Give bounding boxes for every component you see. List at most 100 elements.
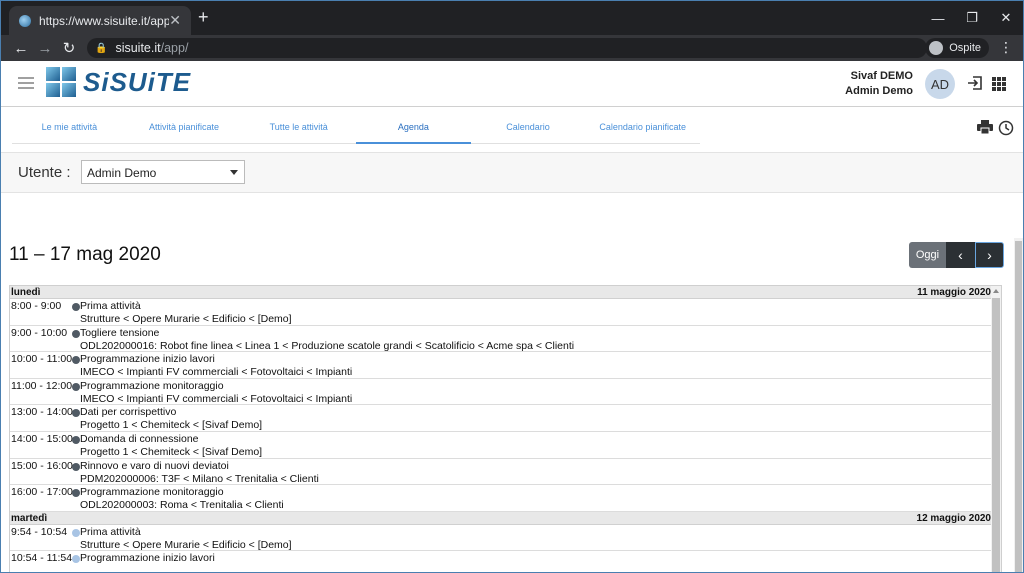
print-icon[interactable]	[977, 120, 993, 134]
event-time: 16:00 - 17:00	[11, 486, 73, 499]
reload-icon[interactable]: ↻	[57, 39, 81, 57]
user-filter-label: Utente :	[18, 164, 71, 181]
event-title[interactable]: Programmazione monitoraggio	[80, 380, 224, 392]
clock-icon[interactable]	[998, 120, 1014, 136]
event-time: 11:00 - 12:00	[11, 379, 73, 392]
agenda-event-row[interactable]: 10:00 - 11:00 Programmazione inizio lavor…	[10, 352, 992, 379]
event-dot-icon	[72, 462, 80, 471]
url-path: /app/	[160, 41, 189, 55]
event-title[interactable]: Prima attività	[80, 300, 141, 312]
event-subtitle: IMECO < Impianti FV commerciali < Fotovo…	[80, 366, 353, 379]
profile-icon	[929, 41, 944, 55]
back-icon[interactable]: ←	[9, 40, 33, 57]
event-time: 13:00 - 14:00	[11, 406, 73, 419]
tab-3[interactable]: Agenda	[356, 108, 471, 144]
event-title[interactable]: Dati per corrispettivo	[80, 406, 176, 418]
address-bar[interactable]: 🔒 sisuite.it/app/	[87, 38, 927, 58]
prev-week-button[interactable]: ‹	[946, 242, 975, 268]
avatar[interactable]: AD	[925, 69, 955, 99]
event-title[interactable]: Rinnovo e varo di nuovi deviatoi	[80, 460, 229, 472]
tab-0[interactable]: Le mie attività	[12, 108, 127, 143]
event-title[interactable]: Programmazione monitoraggio	[80, 486, 224, 498]
user-select-value: Admin Demo	[87, 166, 157, 180]
day-name: lunedì	[11, 287, 41, 298]
restore-icon[interactable]: ❐	[955, 1, 989, 35]
page-scrollbar-thumb[interactable]	[1015, 241, 1022, 572]
event-time: 9:54 - 10:54	[11, 525, 68, 538]
agenda-event-row[interactable]: 9:00 - 10:00 Togliere tensione ODL20200001…	[10, 326, 992, 353]
event-title[interactable]: Prima attività	[80, 526, 141, 538]
event-dot-icon	[72, 555, 80, 564]
event-subtitle: PDM202000006: T3F < Milano < Trenitalia …	[80, 472, 319, 485]
tab-title: https://www.sisuite.it/app/	[39, 13, 170, 28]
event-subtitle: Progetto 1 < Chemiteck < [Sivaf Demo]	[80, 419, 263, 432]
agenda-event-row[interactable]: 10:54 - 11:54 Programmazione inizio lavor…	[10, 551, 992, 572]
event-subtitle: ODL202000016: Robot fine linea < Linea 1…	[80, 339, 575, 352]
agenda-event-row[interactable]: 13:00 - 14:00 Dati per corrispettivo Proge…	[10, 405, 992, 432]
event-dot-icon	[72, 329, 80, 338]
logout-icon[interactable]	[967, 75, 983, 91]
new-tab-button[interactable]: +	[198, 7, 209, 28]
event-dot-icon	[72, 409, 80, 418]
event-title[interactable]: Programmazione inizio lavori	[80, 353, 215, 365]
event-time: 9:00 - 10:00	[11, 326, 68, 339]
app-header: SiSUiTE Sivaf DEMO Admin Demo AD	[1, 61, 1023, 107]
event-title[interactable]: Programmazione inizio lavori	[80, 552, 215, 564]
close-window-icon[interactable]: ✕	[989, 1, 1023, 35]
event-subtitle: Strutture < Opere Murarie < Edificio < […	[80, 538, 292, 551]
profile-label: Ospite	[949, 42, 981, 54]
next-week-button[interactable]: ›	[975, 242, 1004, 268]
browser-toolbar: ← → ↻ 🔒 sisuite.it/app/ Ospite ⋮	[1, 35, 1023, 61]
browser-menu-icon[interactable]: ⋮	[999, 39, 1013, 56]
tabs-bar: Le mie attività Attività pianificate Tutte…	[1, 108, 1023, 151]
tab-4[interactable]: Calendario	[471, 108, 586, 143]
window-controls: — ❐ ✕	[921, 1, 1023, 35]
day-date: 12 maggio 2020	[916, 512, 991, 524]
agenda-event-row[interactable]: 14:00 - 15:00 Domanda di connessione Proge…	[10, 432, 992, 459]
scroll-up-icon[interactable]	[993, 289, 999, 293]
browser-titlebar: https://www.sisuite.it/app/ ✕ + — ❐ ✕	[1, 1, 1023, 35]
scrollbar-thumb[interactable]	[992, 298, 1000, 572]
caret-down-icon	[230, 170, 238, 175]
browser-window: https://www.sisuite.it/app/ ✕ + — ❐ ✕ ← …	[0, 0, 1024, 573]
event-time: 10:54 - 11:54	[11, 552, 73, 565]
hamburger-menu-icon[interactable]	[18, 77, 34, 92]
tab-5[interactable]: Calendario pianificate	[585, 108, 700, 143]
nav-tabs: Le mie attività Attività pianificate Tutte…	[12, 108, 700, 144]
close-tab-icon[interactable]: ✕	[169, 12, 181, 29]
user-info: Sivaf DEMO Admin Demo	[845, 69, 913, 99]
date-range-title: 11 – 17 mag 2020	[9, 244, 161, 265]
event-dot-icon	[72, 356, 80, 365]
today-button[interactable]: Oggi	[909, 242, 946, 268]
favicon-icon	[19, 14, 31, 27]
day-name: martedì	[11, 512, 48, 524]
logo-text: SiSUiTE	[83, 66, 192, 97]
agenda-event-row[interactable]: 11:00 - 12:00 Programmazione monitoraggio…	[10, 379, 992, 406]
event-title[interactable]: Domanda di connessione	[80, 433, 199, 445]
agenda-event-row[interactable]: 16:00 - 17:00 Programmazione monitoraggio…	[10, 485, 992, 512]
tab-1[interactable]: Attività pianificate	[127, 108, 242, 143]
event-time: 8:00 - 9:00	[11, 300, 62, 312]
page-scrollbar[interactable]	[1014, 238, 1023, 572]
minimize-icon[interactable]: —	[921, 1, 955, 35]
agenda-rows: lunedì 11 maggio 2020 8:00 - 9:00 Prima att…	[10, 286, 992, 572]
event-dot-icon	[72, 528, 80, 537]
event-subtitle: ODL202000003: Roma < Trenitalia < Client…	[80, 499, 284, 512]
profile-button[interactable]: Ospite	[925, 38, 989, 58]
browser-tab[interactable]: https://www.sisuite.it/app/ ✕	[9, 6, 191, 35]
url-host: sisuite.it	[115, 41, 161, 55]
apps-grid-icon[interactable]	[992, 77, 1006, 91]
user-select[interactable]: Admin Demo	[81, 160, 245, 184]
event-time: 15:00 - 16:00	[11, 459, 73, 472]
tab-2[interactable]: Tutte le attività	[241, 108, 356, 143]
agenda-list[interactable]: lunedì 11 maggio 2020 8:00 - 9:00 Prima att…	[9, 285, 1002, 572]
agenda-event-row[interactable]: 15:00 - 16:00 Rinnovo e varo di nuovi dev…	[10, 459, 992, 486]
user-name: Admin Demo	[845, 85, 913, 97]
agenda-event-row[interactable]: 8:00 - 9:00 Prima attività Strutture < Ope…	[10, 299, 992, 326]
event-title[interactable]: Togliere tensione	[80, 327, 159, 339]
forward-icon[interactable]: →	[33, 40, 57, 57]
agenda-event-row[interactable]: 9:54 - 10:54 Prima attività Strutture < Op…	[10, 525, 992, 552]
day-header: martedì 12 maggio 2020	[10, 511, 992, 525]
sisuite-logo[interactable]: SiSUiTE	[45, 66, 191, 98]
agenda-scrollbar[interactable]	[991, 286, 1001, 572]
